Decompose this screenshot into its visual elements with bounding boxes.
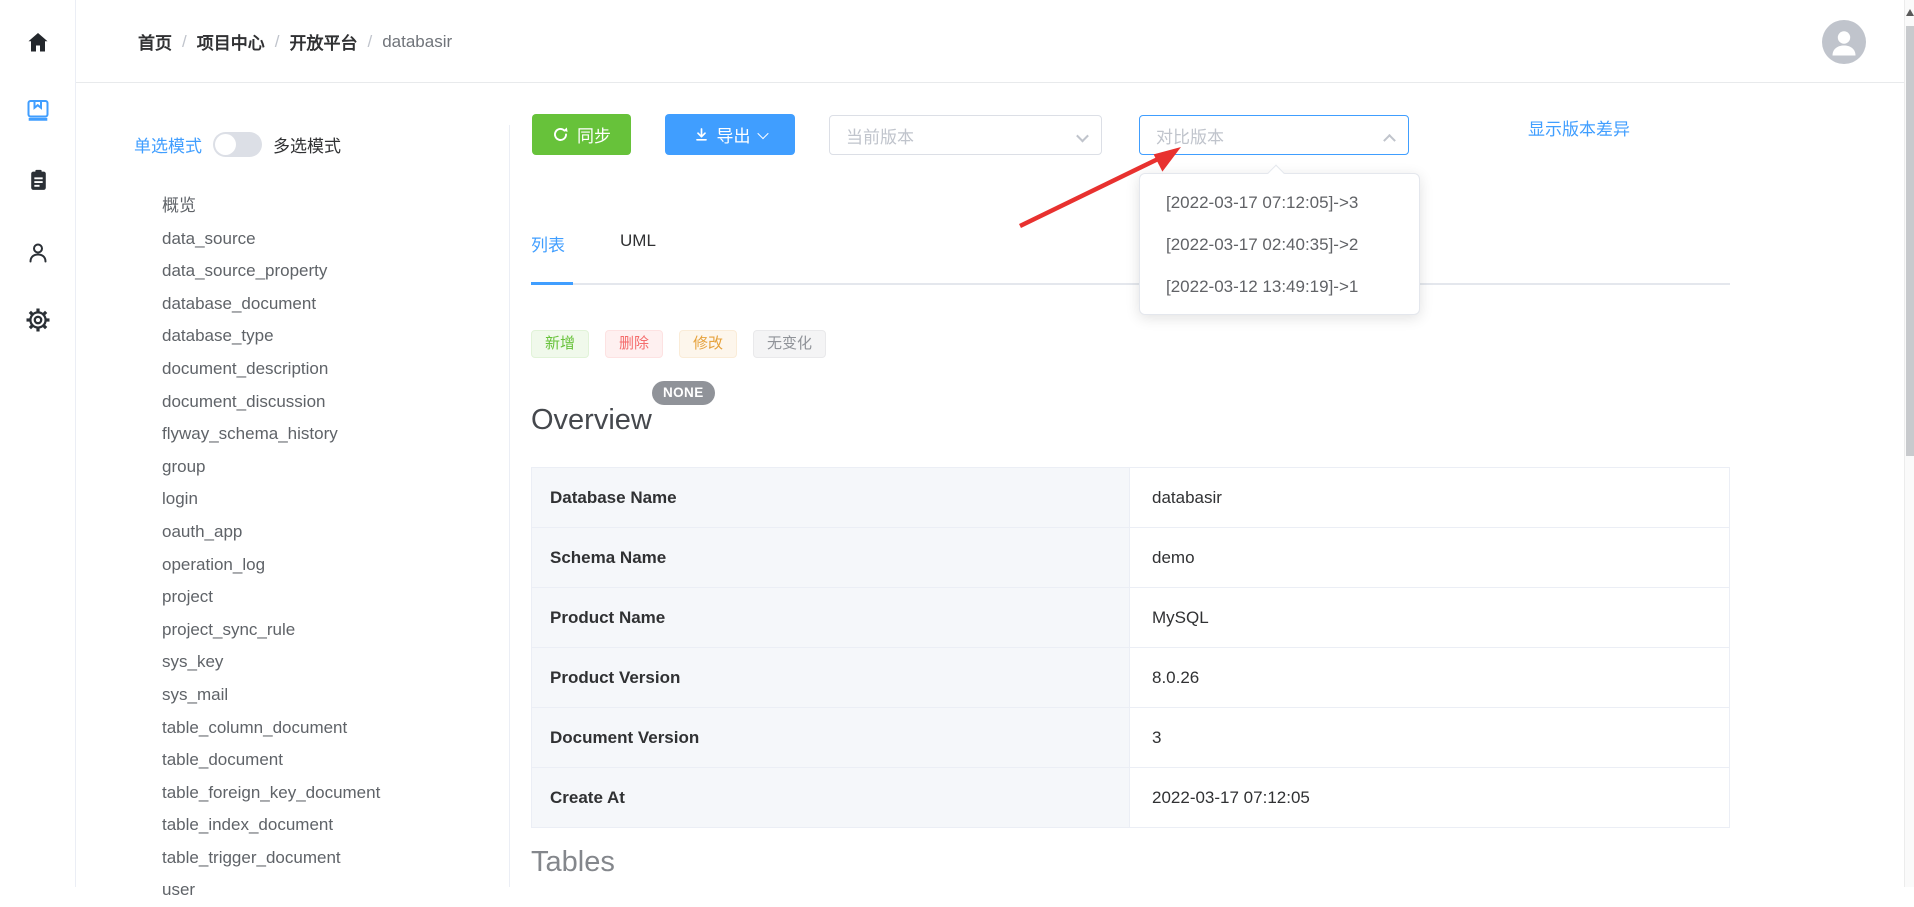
row-value: databasir: [1130, 468, 1729, 527]
tree-item[interactable]: user: [162, 874, 492, 907]
compare-version-select[interactable]: 对比版本: [1139, 115, 1409, 155]
diff-legend: 新增 删除 修改 无变化: [531, 330, 826, 358]
table-row: Product Name MySQL: [532, 588, 1729, 648]
sync-button-label: 同步: [577, 122, 611, 147]
tree-item[interactable]: table_index_document: [162, 809, 492, 842]
chevron-down-icon: [757, 127, 768, 138]
tree-item[interactable]: sys_mail: [162, 679, 492, 712]
tree-item[interactable]: table_column_document: [162, 712, 492, 745]
tickets-icon[interactable]: [0, 168, 76, 193]
breadcrumb-current-page: databasir: [382, 32, 452, 52]
breadcrumb: 首页 / 项目中心 / 开放平台 / databasir: [138, 0, 452, 83]
scrollbar-up-arrow[interactable]: [1906, 9, 1914, 16]
single-mode-label[interactable]: 单选模式: [134, 132, 202, 157]
diff-status-badge: NONE: [652, 381, 715, 405]
tab-list[interactable]: 列表: [531, 231, 565, 256]
scrollbar-thumb[interactable]: [1906, 26, 1914, 456]
row-label: Create At: [532, 768, 1130, 827]
current-version-select[interactable]: 当前版本: [829, 115, 1102, 155]
tree-item[interactable]: table_trigger_document: [162, 842, 492, 875]
breadcrumb-separator: /: [182, 32, 187, 52]
tree-item[interactable]: project_sync_rule: [162, 614, 492, 647]
table-row: Create At 2022-03-17 07:12:05: [532, 768, 1729, 828]
row-label: Database Name: [532, 468, 1130, 527]
export-button[interactable]: 导出: [665, 114, 795, 155]
selection-mode-row: 单选模式 多选模式: [134, 132, 341, 157]
tables-section-title: Tables: [531, 846, 615, 879]
chevron-up-icon: [1385, 129, 1394, 147]
home-icon[interactable]: [0, 30, 76, 56]
version-option[interactable]: [2022-03-17 07:12:05]->3: [1140, 182, 1419, 224]
row-label: Product Version: [532, 648, 1130, 707]
version-option[interactable]: [2022-03-12 13:49:19]->1: [1140, 266, 1419, 308]
chevron-down-icon: [1078, 129, 1087, 147]
table-tree-list: 概览 data_source data_source_property data…: [162, 190, 492, 907]
refresh-icon: [552, 126, 569, 143]
table-row: Document Version 3: [532, 708, 1729, 768]
breadcrumb-home[interactable]: 首页: [138, 29, 172, 54]
legend-modified-badge: 修改: [679, 330, 737, 358]
toggle-knob: [215, 134, 236, 155]
row-value: 2022-03-17 07:12:05: [1130, 768, 1729, 827]
breadcrumb-separator: /: [367, 32, 372, 52]
compare-version-placeholder: 对比版本: [1156, 123, 1224, 148]
table-row: Product Version 8.0.26: [532, 648, 1729, 708]
user-icon[interactable]: [0, 240, 76, 266]
tree-item[interactable]: project: [162, 581, 492, 614]
compare-version-dropdown: [2022-03-17 07:12:05]->3 [2022-03-17 02:…: [1139, 173, 1420, 315]
overview-section-title: Overview: [531, 404, 652, 437]
table-row: Database Name databasir: [532, 468, 1729, 528]
tree-item[interactable]: document_description: [162, 353, 492, 386]
row-label: Document Version: [532, 708, 1130, 767]
tree-item[interactable]: table_foreign_key_document: [162, 777, 492, 810]
legend-unchanged-badge: 无变化: [753, 330, 826, 358]
notebook-icon[interactable]: [0, 98, 76, 124]
tree-item[interactable]: data_source_property: [162, 255, 492, 288]
breadcrumb-project-center[interactable]: 项目中心: [197, 29, 265, 54]
multi-mode-label[interactable]: 多选模式: [273, 132, 341, 157]
row-value: MySQL: [1130, 588, 1729, 647]
tree-item[interactable]: sys_key: [162, 646, 492, 679]
selection-mode-toggle[interactable]: [213, 132, 262, 157]
settings-gear-icon[interactable]: [0, 307, 76, 333]
tree-item[interactable]: oauth_app: [162, 516, 492, 549]
current-version-placeholder: 当前版本: [846, 123, 914, 148]
tree-item[interactable]: flyway_schema_history: [162, 418, 492, 451]
nav-rail: [0, 0, 76, 887]
row-value: 3: [1130, 708, 1729, 767]
tree-item[interactable]: database_type: [162, 320, 492, 353]
table-row: Schema Name demo: [532, 528, 1729, 588]
toggle-knob: [1425, 119, 1446, 140]
tree-item[interactable]: database_document: [162, 288, 492, 321]
export-button-label: 导出: [717, 122, 751, 147]
tree-item[interactable]: data_source: [162, 223, 492, 256]
tree-item[interactable]: group: [162, 451, 492, 484]
tree-item[interactable]: table_document: [162, 744, 492, 777]
breadcrumb-open-platform[interactable]: 开放平台: [289, 29, 357, 54]
overview-table: Database Name databasir Schema Name demo…: [531, 467, 1730, 828]
row-label: Schema Name: [532, 528, 1130, 587]
row-value: demo: [1130, 528, 1729, 587]
row-value: 8.0.26: [1130, 648, 1729, 707]
version-option[interactable]: [2022-03-17 02:40:35]->2: [1140, 224, 1419, 266]
tree-item[interactable]: operation_log: [162, 549, 492, 582]
vertical-scrollbar: [1904, 0, 1914, 887]
legend-added-badge: 新增: [531, 330, 589, 358]
tabs-active-indicator: [531, 282, 573, 285]
row-label: Product Name: [532, 588, 1130, 647]
sync-button[interactable]: 同步: [532, 114, 631, 155]
show-diff-label[interactable]: 显示版本差异: [1528, 116, 1630, 144]
tabs-divider: [531, 283, 1730, 285]
download-icon: [694, 127, 709, 142]
user-avatar[interactable]: [1822, 20, 1866, 64]
tree-item[interactable]: document_discussion: [162, 386, 492, 419]
breadcrumb-separator: /: [275, 32, 280, 52]
tab-uml[interactable]: UML: [620, 231, 656, 251]
panel-divider: [509, 125, 510, 887]
header: 首页 / 项目中心 / 开放平台 / databasir: [76, 0, 1904, 83]
tree-item[interactable]: login: [162, 483, 492, 516]
tree-item-overview[interactable]: 概览: [162, 190, 492, 223]
dropdown-caret: [1268, 165, 1285, 182]
legend-deleted-badge: 删除: [605, 330, 663, 358]
